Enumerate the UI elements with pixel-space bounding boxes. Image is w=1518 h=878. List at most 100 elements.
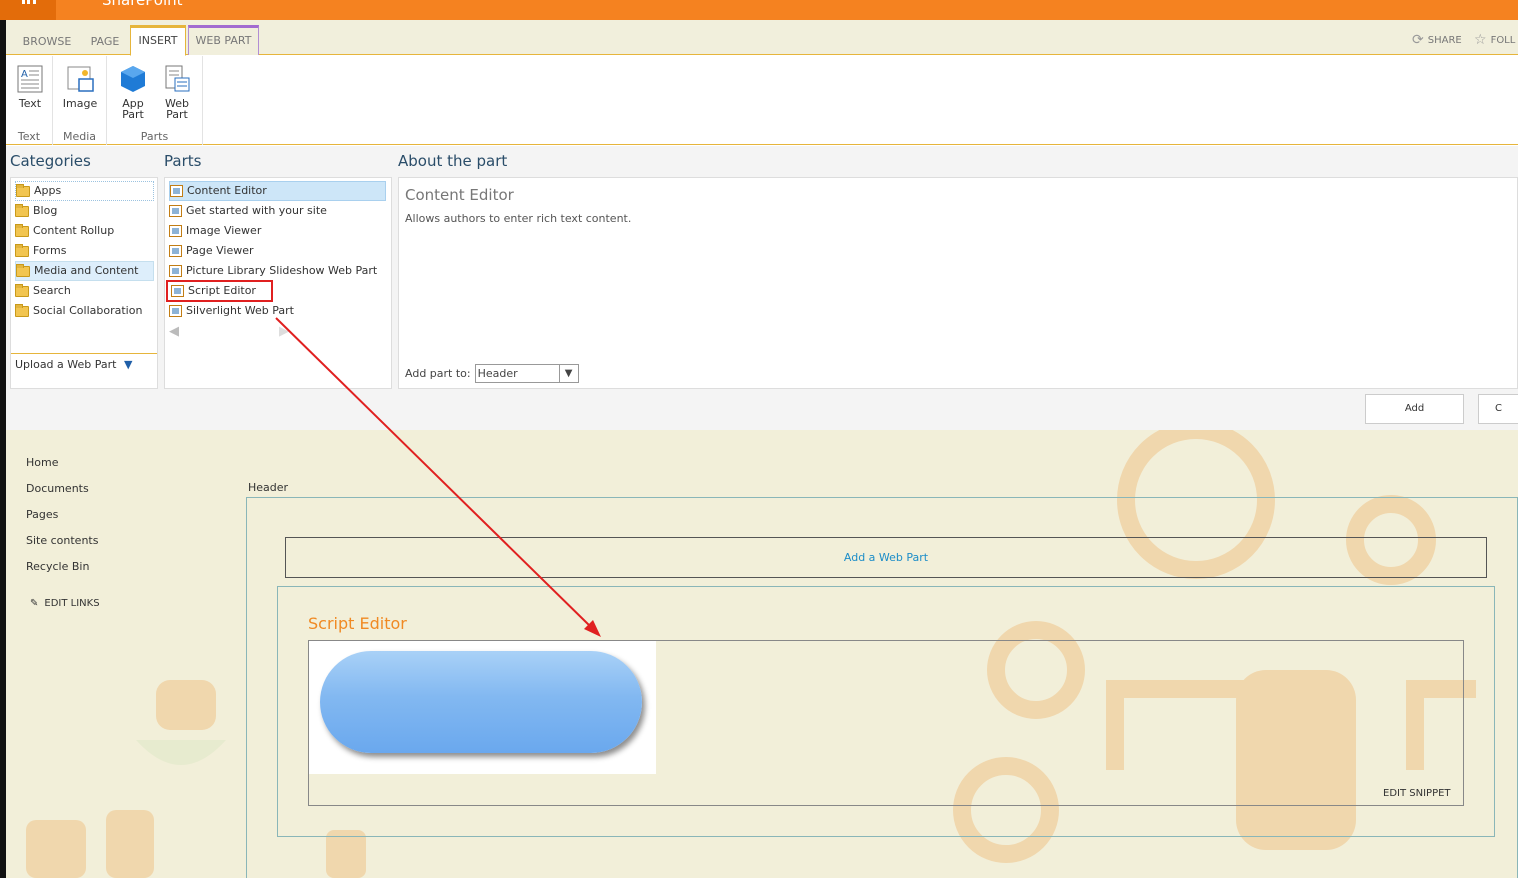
suite-brand[interactable]: SharePoint: [102, 0, 183, 9]
tab-page[interactable]: PAGE: [84, 30, 126, 55]
chevron-down-icon: ▼: [558, 365, 578, 382]
insert-image-button[interactable]: Image: [58, 64, 102, 109]
part-label: Page Viewer: [186, 244, 254, 257]
category-apps[interactable]: Apps: [15, 181, 154, 201]
web-part-icon: [171, 285, 184, 297]
web-part-icon: [170, 185, 183, 197]
app-part-icon: [121, 66, 145, 92]
part-label: Script Editor: [188, 284, 256, 297]
about-header: About the part: [398, 152, 508, 170]
part-label: Image Viewer: [186, 224, 262, 237]
text-icon: A: [17, 65, 43, 93]
upload-web-part-button[interactable]: Upload a Web Part ▼: [11, 353, 157, 375]
svg-text:A: A: [21, 69, 28, 80]
part-label: Silverlight Web Part: [186, 304, 294, 317]
add-button[interactable]: Add: [1365, 394, 1464, 424]
category-forms[interactable]: Forms: [15, 241, 72, 261]
add-part-to-row: Add part to: Header ▼: [405, 364, 579, 383]
share-label: SHARE: [1427, 34, 1462, 46]
next-page-icon[interactable]: ▶: [279, 324, 289, 339]
web-part-icon: [169, 245, 182, 257]
tab-web-part[interactable]: WEB PART: [188, 25, 259, 55]
add-part-to-select[interactable]: Header ▼: [474, 364, 579, 383]
insert-image-label: Image: [62, 97, 98, 110]
category-label: Media and Content: [34, 264, 139, 277]
categories-list: Apps Blog Content Rollup Forms Media and…: [10, 177, 158, 389]
previous-page-icon[interactable]: ◀: [169, 324, 179, 339]
part-silverlight[interactable]: Silverlight Web Part: [169, 301, 300, 321]
web-part-icon: [165, 65, 190, 92]
web-part-picker: Categories Parts About the part Apps Blo…: [6, 146, 1518, 430]
web-part-icon: [169, 265, 182, 277]
add-part-to-value: Header: [477, 367, 518, 380]
category-search[interactable]: Search: [15, 281, 77, 301]
folder-icon: [16, 183, 30, 197]
folder-icon: [15, 283, 29, 297]
part-page-viewer[interactable]: Page Viewer: [169, 241, 260, 261]
ribbon-tabstrip: BROWSE PAGE INSERT WEB PART ⟳ SHARE ☆ FO…: [6, 20, 1518, 56]
snippet-output: [309, 641, 656, 774]
category-label: Apps: [34, 184, 62, 197]
web-part-icon: [169, 205, 182, 217]
insert-text-button[interactable]: A Text: [8, 64, 52, 109]
categories-header: Categories: [10, 152, 91, 170]
category-media-and-content[interactable]: Media and Content: [15, 261, 154, 281]
add-a-web-part-link[interactable]: Add a Web Part: [285, 537, 1487, 578]
folder-icon: [15, 223, 29, 237]
blue-pill-button[interactable]: [320, 651, 642, 753]
part-label: Picture Library Slideshow Web Part: [186, 264, 378, 277]
insert-web-part-button[interactable]: Web Part: [155, 64, 199, 120]
about-part-title: Content Editor: [405, 186, 514, 204]
cancel-button[interactable]: C: [1478, 394, 1518, 424]
suite-bar: SharePoint: [0, 0, 1518, 20]
part-label: Get started with your site: [186, 204, 327, 217]
insert-app-part-button[interactable]: App Part: [111, 64, 155, 120]
part-script-editor[interactable]: Script Editor: [166, 280, 273, 302]
edit-snippet-link[interactable]: EDIT SNIPPET: [1383, 788, 1451, 799]
category-social-collaboration[interactable]: Social Collaboration: [15, 301, 148, 321]
ribbon-group-media-label: Media: [62, 130, 97, 143]
nav-site-contents[interactable]: Site contents: [26, 534, 98, 547]
part-content-editor[interactable]: Content Editor: [169, 181, 386, 201]
web-part-icon: [169, 305, 182, 317]
follow-button[interactable]: ☆ FOLL: [1474, 32, 1515, 48]
nav-pages[interactable]: Pages: [26, 508, 58, 521]
category-label: Social Collaboration: [33, 304, 143, 317]
category-label: Content Rollup: [33, 224, 115, 237]
pencil-icon: ✎: [30, 598, 39, 609]
app-launcher-icon[interactable]: [0, 0, 56, 20]
tab-browse[interactable]: BROWSE: [18, 30, 76, 55]
nav-home[interactable]: Home: [26, 456, 58, 469]
ribbon-group-parts-label: Parts: [140, 130, 169, 143]
web-part-label-line2: Part: [166, 108, 188, 121]
image-icon: [67, 66, 94, 92]
part-label: Content Editor: [187, 184, 267, 197]
ribbon-group-text: A Text Text: [6, 56, 53, 145]
caret-down-icon: ▼: [123, 358, 133, 371]
parts-header: Parts: [164, 152, 202, 170]
share-button[interactable]: ⟳ SHARE: [1412, 32, 1462, 48]
edit-links-button[interactable]: ✎ EDIT LINKS: [30, 598, 100, 609]
folder-icon: [16, 263, 30, 277]
nav-recycle-bin[interactable]: Recycle Bin: [26, 560, 89, 573]
nav-documents[interactable]: Documents: [26, 482, 89, 495]
tab-insert[interactable]: INSERT: [130, 25, 186, 56]
web-part-icon: [169, 225, 182, 237]
edit-links-label: EDIT LINKS: [44, 598, 100, 609]
upload-label: Upload a Web Part: [15, 358, 117, 371]
category-blog[interactable]: Blog: [15, 201, 63, 221]
folder-icon: [15, 303, 29, 317]
ribbon-group-parts: App Part Web Part Parts: [107, 56, 203, 145]
category-label: Forms: [33, 244, 67, 257]
web-part-title[interactable]: Script Editor: [308, 614, 407, 633]
zone-label-header: Header: [248, 481, 289, 494]
part-picture-library-slideshow[interactable]: Picture Library Slideshow Web Part: [169, 261, 383, 281]
part-image-viewer[interactable]: Image Viewer: [169, 221, 267, 241]
folder-icon: [15, 243, 29, 257]
category-content-rollup[interactable]: Content Rollup: [15, 221, 120, 241]
ribbon-group-text-label: Text: [17, 130, 41, 143]
part-get-started[interactable]: Get started with your site: [169, 201, 333, 221]
folder-icon: [15, 203, 29, 217]
category-label: Blog: [33, 204, 58, 217]
page-content: Home Documents Pages Site contents Recyc…: [6, 430, 1518, 878]
